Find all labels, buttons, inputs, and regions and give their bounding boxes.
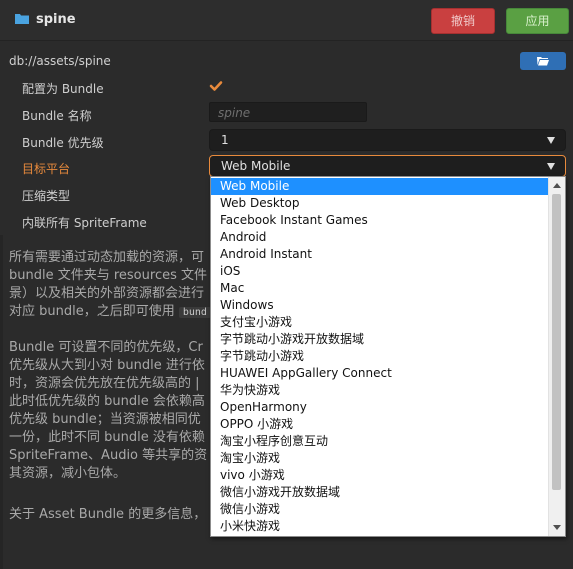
dropdown-option[interactable]: 华为快游戏: [211, 382, 549, 399]
dropdown-option[interactable]: 淘宝小程序创意互动: [211, 433, 549, 450]
dropdown-option[interactable]: 微信小游戏开放数据域: [211, 484, 549, 501]
dropdown-option[interactable]: 字节跳动小游戏: [211, 348, 549, 365]
bundle-config-checkbox[interactable]: [209, 79, 223, 93]
target-platform-label: 目标平台: [22, 162, 71, 176]
dropdown-option[interactable]: 小米快游戏: [211, 518, 549, 535]
dropdown-option[interactable]: Windows: [211, 297, 549, 314]
chevron-down-icon: [547, 163, 555, 170]
dropdown-options: Web Mobile Web Desktop Facebook Instant Ga…: [211, 178, 549, 535]
code-snippet: bund: [178, 307, 211, 318]
compression-label: 压缩类型: [22, 189, 71, 203]
dropdown-option[interactable]: 微信小游戏: [211, 501, 549, 518]
panel-scrollbar[interactable]: [0, 235, 3, 569]
dropdown-option[interactable]: 支付宝小游戏: [211, 314, 549, 331]
bundle-name-input[interactable]: spine: [209, 102, 367, 122]
open-folder-button[interactable]: [520, 52, 566, 70]
dropdown-option[interactable]: iOS: [211, 263, 549, 280]
scroll-down-arrow-icon[interactable]: [553, 525, 561, 530]
platform-dropdown-list[interactable]: Web Mobile Web Desktop Facebook Instant Ga…: [210, 176, 566, 537]
asset-title: spine: [36, 12, 76, 27]
dropdown-option[interactable]: Facebook Instant Games: [211, 212, 549, 229]
bundle-priority-label: Bundle 优先级: [22, 136, 104, 150]
dropdown-option[interactable]: Mac: [211, 280, 549, 297]
dropdown-option[interactable]: 淘宝小游戏: [211, 450, 549, 467]
dropdown-option[interactable]: vivo 小游戏: [211, 467, 549, 484]
dropdown-option[interactable]: HUAWEI AppGallery Connect: [211, 365, 549, 382]
dropdown-option[interactable]: 字节跳动小游戏开放数据域: [211, 331, 549, 348]
revert-button[interactable]: 撤销: [431, 8, 495, 34]
inspector-header: spine 撤销 应用: [0, 0, 573, 41]
dropdown-option[interactable]: OpenHarmony: [211, 399, 549, 416]
bundle-priority-value: 1: [221, 133, 229, 147]
bundle-priority-select[interactable]: 1: [209, 129, 566, 151]
scroll-thumb[interactable]: [552, 194, 561, 490]
folder-icon: [15, 14, 29, 24]
chevron-down-icon: [547, 137, 555, 144]
bundle-name-label: Bundle 名称: [22, 109, 92, 123]
inline-spriteframe-label: 内联所有 SpriteFrame: [22, 216, 147, 230]
dropdown-option[interactable]: OPPO 小游戏: [211, 416, 549, 433]
dropdown-option[interactable]: Web Desktop: [211, 195, 549, 212]
dropdown-scrollbar[interactable]: [548, 177, 565, 536]
asset-path: db://assets/spine: [9, 54, 111, 68]
target-platform-select[interactable]: Web Mobile: [209, 155, 566, 177]
open-folder-icon: [537, 57, 549, 66]
dropdown-option[interactable]: Android: [211, 229, 549, 246]
dropdown-option[interactable]: Android Instant: [211, 246, 549, 263]
dropdown-option[interactable]: Web Mobile: [211, 178, 549, 195]
target-platform-value: Web Mobile: [221, 159, 291, 173]
apply-button[interactable]: 应用: [506, 8, 569, 34]
bundle-config-label: 配置为 Bundle: [22, 82, 104, 96]
scroll-up-arrow-icon[interactable]: [553, 183, 561, 188]
